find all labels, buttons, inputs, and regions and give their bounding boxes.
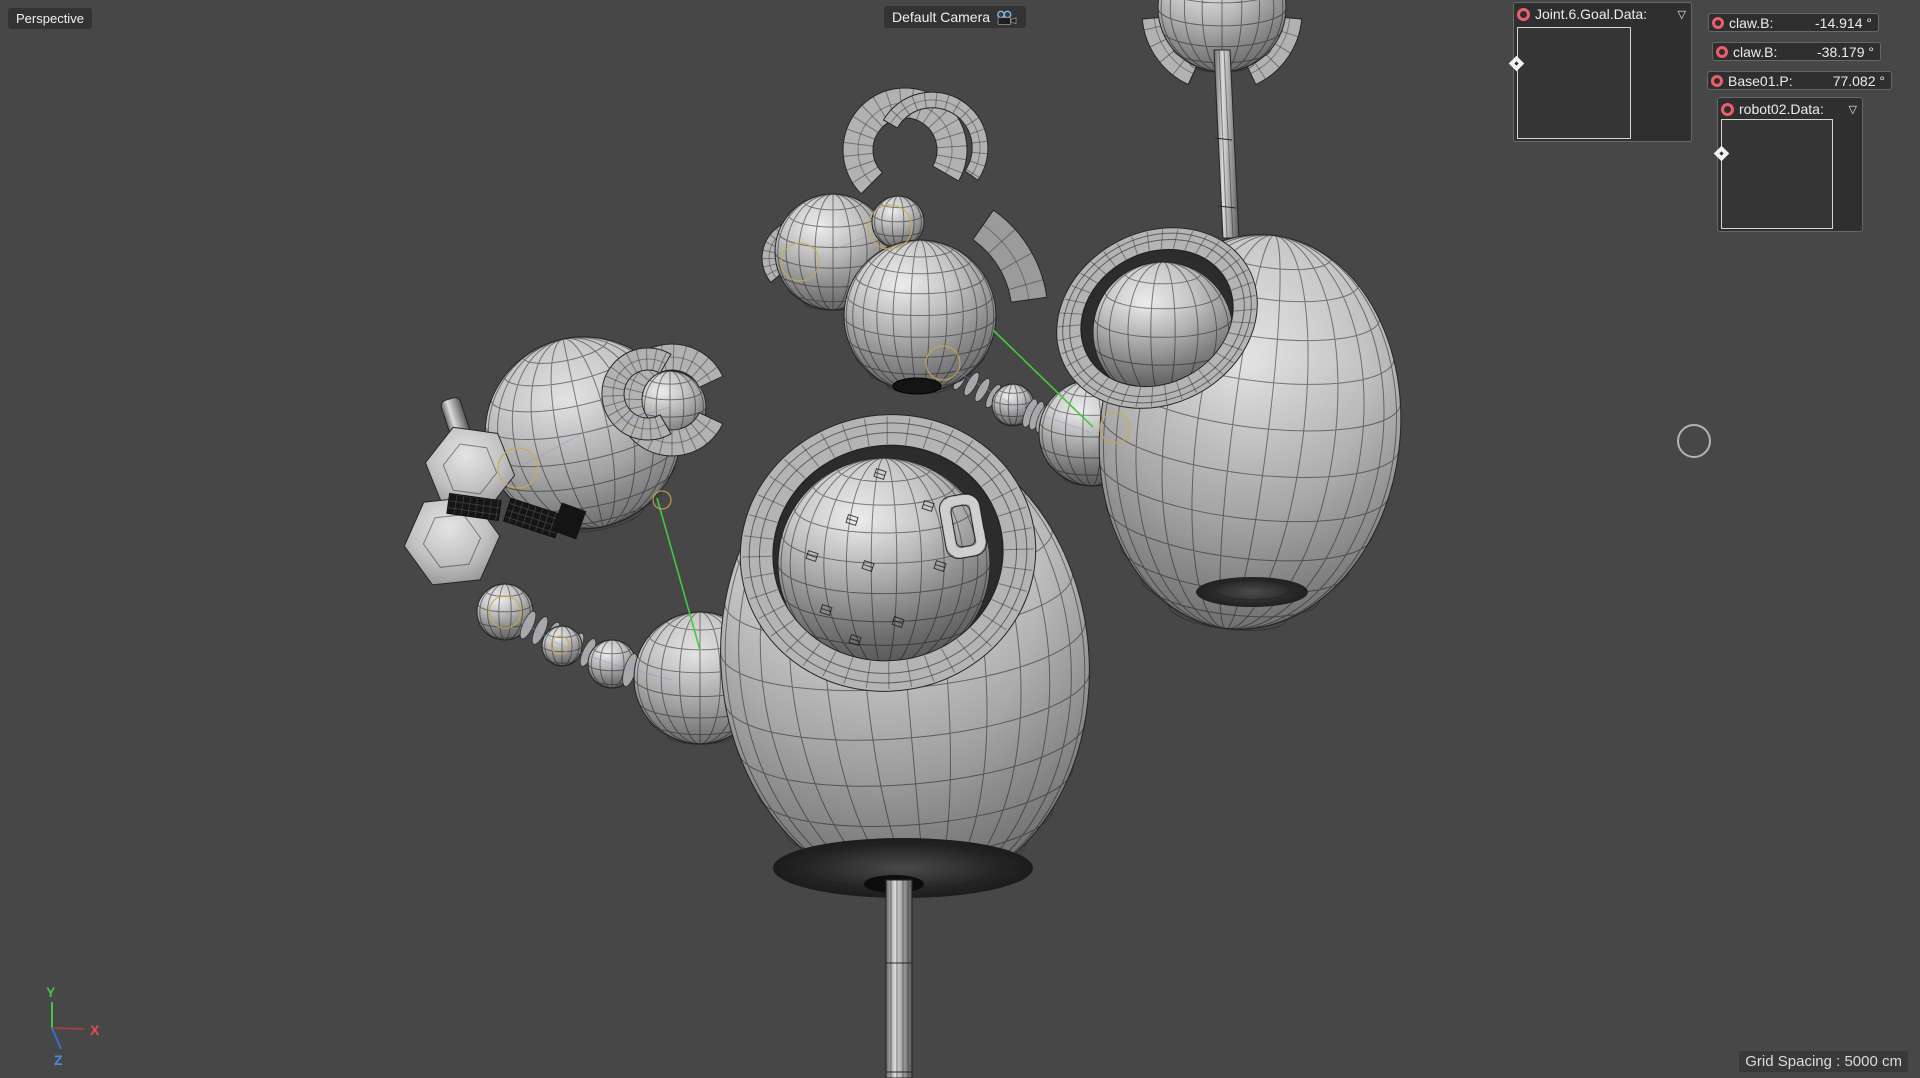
hud-row-name: claw.B: (1729, 14, 1774, 31)
robot-head[interactable] (761, 87, 1048, 395)
record-dot-icon[interactable] (1721, 102, 1734, 116)
hud-row-name: claw.B: (1733, 43, 1778, 60)
cursor-circle (1677, 424, 1711, 458)
hud-value-row-claw-b-2[interactable]: claw.B: -38.179 ° (1712, 42, 1881, 61)
hud-value-row-claw-b-1[interactable]: claw.B: -14.914 ° (1708, 13, 1879, 32)
robot-body-center[interactable] (701, 391, 1108, 1078)
axis-z-label: Z (54, 1052, 63, 1068)
hud-panel-robot02-data[interactable]: robot02.Data: ▽ (1713, 97, 1863, 232)
axis-y-label: Y (46, 984, 56, 1000)
axis-z-line (51, 1027, 62, 1050)
hud-panel-joint-goal[interactable]: Joint.6.Goal.Data: ▽ (1508, 2, 1692, 142)
hud-row-value: 77.082 ° (1832, 72, 1885, 89)
camera-label-text: Default Camera (892, 9, 991, 25)
camera-icon (997, 10, 1017, 25)
axis-x-label: X (90, 1022, 100, 1038)
hud-row-value: -14.914 ° (1815, 14, 1872, 31)
hud-row-name: Base01.P: (1728, 72, 1793, 89)
axis-x-line (51, 1027, 85, 1030)
record-dot-icon[interactable] (1712, 16, 1724, 29)
robot-top-pole[interactable] (1141, 0, 1303, 239)
keyframe-box[interactable] (1508, 27, 1631, 139)
hud-panel-robot02-label: robot02.Data: (1739, 101, 1824, 117)
record-dot-icon[interactable] (1517, 7, 1530, 21)
hud-row-value: -38.179 ° (1817, 43, 1874, 60)
dropdown-triangle-icon[interactable]: ▽ (1678, 8, 1686, 21)
robot-left-arm[interactable] (403, 319, 767, 745)
hud-panel-joint-goal-label: Joint.6.Goal.Data: (1535, 6, 1648, 22)
dropdown-triangle-icon[interactable]: ▽ (1849, 103, 1857, 116)
3d-viewport[interactable]: Perspective Default Camera Joint.6.Goal.… (0, 0, 1920, 1078)
grid-spacing-label: Grid Spacing : 5000 cm (1739, 1051, 1908, 1072)
record-dot-icon[interactable] (1716, 45, 1728, 58)
hud-value-row-base01-p[interactable]: Base01.P: 77.082 ° (1707, 71, 1892, 90)
keyframe-diamond-icon[interactable] (1713, 145, 1730, 162)
axis-gizmo: Y X Z (46, 984, 100, 1068)
record-dot-icon[interactable] (1711, 74, 1723, 87)
viewport-3d-scene[interactable] (0, 0, 1920, 1078)
camera-label[interactable]: Default Camera (884, 6, 1027, 28)
view-mode-label[interactable]: Perspective (8, 8, 92, 29)
keyframe-box[interactable] (1713, 119, 1833, 229)
